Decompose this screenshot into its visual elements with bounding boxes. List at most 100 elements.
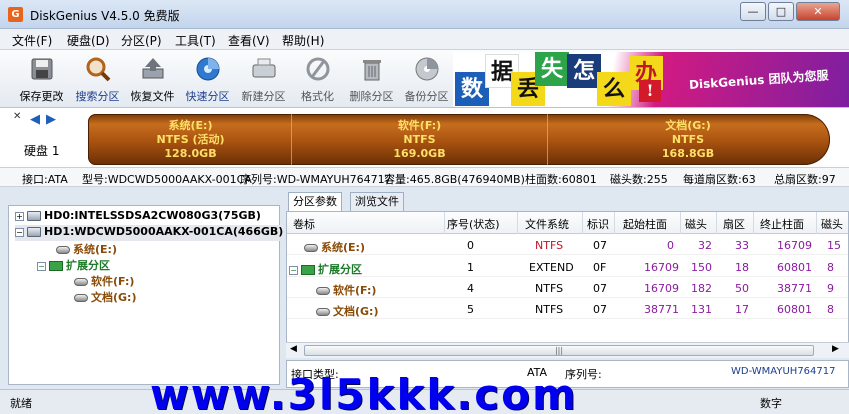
banner-char: ! (639, 80, 661, 102)
info-total-sectors: 总扇区数:97 (774, 173, 836, 186)
menu-tools[interactable]: 工具(T) (175, 32, 216, 49)
row-volume-label: 软件(F:) (333, 284, 377, 297)
tree-item-hd0[interactable]: + HD0:INTELSSDSA2CW080G3(75GB) (15, 209, 261, 225)
cell-end-head: 8 (827, 303, 834, 316)
column-header[interactable]: 磁头 (821, 216, 843, 232)
table-row[interactable]: 文档(G:) 5 NTFS 07 38771 131 17 60801 8 (287, 299, 848, 319)
partition-block-f[interactable]: 软件(F:) NTFS 169.0GB (292, 114, 547, 165)
column-header[interactable]: 起始柱面 (623, 216, 667, 232)
cell-start-cyl: 0 (667, 239, 674, 252)
panel-close-icon[interactable]: ✕ (13, 111, 21, 122)
row-volume: 软件(F:) (313, 282, 376, 298)
app-logo-icon: G (8, 7, 23, 22)
column-header[interactable]: 文件系统 (525, 216, 569, 232)
format-button[interactable]: 格式化 (290, 53, 345, 105)
column-header[interactable]: 卷标 (293, 216, 315, 232)
menu-help[interactable]: 帮助(H) (282, 32, 324, 49)
title-bar: G DiskGenius V4.5.0 免费版 — □ ✕ (0, 0, 849, 29)
tree-item-extended[interactable]: − 扩展分区 (37, 257, 110, 273)
collapse-icon[interactable]: − (289, 265, 298, 275)
table-header: 卷标 序号(状态) 文件系统 标识 起始柱面 磁头 扇区 终止柱面 磁头 (287, 212, 848, 234)
row-volume-label: 系统(E:) (321, 241, 365, 254)
save-changes-button[interactable]: 保存更改 (14, 53, 69, 105)
tab-browse-files[interactable]: 浏览文件 (350, 192, 404, 211)
tree-item-documents[interactable]: 文档(G:) (71, 289, 136, 305)
cell-head: 32 (698, 239, 712, 252)
row-volume: 文档(G:) (313, 303, 378, 319)
column-separator (680, 212, 681, 234)
tree-item-hd1[interactable]: − HD1:WDCWD5000AAKX-001CA(466GB) (15, 225, 284, 241)
tree-item-software[interactable]: 软件(F:) (71, 273, 134, 289)
scroll-left-icon[interactable]: ◀ (290, 344, 297, 354)
column-header[interactable]: 序号(状态) (447, 216, 500, 232)
banner-char: 数 (455, 72, 489, 106)
scroll-thumb[interactable]: ||| (304, 345, 814, 356)
scroll-right-icon[interactable]: ▶ (832, 344, 839, 354)
prev-disk-icon[interactable]: ◀ (30, 112, 40, 127)
partition-block-g[interactable]: 文档(G:) NTFS 168.8GB (548, 114, 828, 165)
next-disk-icon[interactable]: ▶ (46, 112, 56, 127)
save-icon (31, 58, 52, 80)
menu-disk[interactable]: 硬盘(D) (67, 32, 110, 49)
tree-item-system[interactable]: 系统(E:) (53, 241, 117, 257)
backup-partition-icon (415, 57, 438, 81)
delete-partition-button[interactable]: 删除分区 (344, 53, 399, 105)
column-separator (582, 212, 583, 234)
toolbar-label: 新建分区 (241, 90, 286, 103)
search-partition-button[interactable]: 搜索分区 (70, 53, 125, 105)
cell-index: 5 (467, 303, 474, 316)
close-button[interactable]: ✕ (796, 2, 840, 21)
cell-sector: 18 (735, 261, 749, 274)
volume-icon (304, 244, 318, 252)
cell-fs: NTFS (535, 303, 564, 316)
partition-size: 169.0GB (393, 147, 446, 160)
quick-partition-icon (196, 57, 219, 81)
hard-disk-icon (27, 211, 41, 221)
column-header[interactable]: 标识 (587, 216, 609, 232)
new-partition-button[interactable]: 新建分区 (236, 53, 291, 105)
volume-icon (74, 278, 88, 286)
row-volume-label: 文档(G:) (333, 305, 379, 318)
backup-partition-button[interactable]: 备份分区 (399, 53, 454, 105)
search-partition-icon (86, 57, 110, 82)
hard-disk-icon (27, 227, 41, 237)
cell-start-cyl: 16709 (644, 282, 679, 295)
banner-char: 失 (535, 52, 569, 86)
banner-brand-text: DiskGenius 团队为您服 (688, 68, 829, 92)
partition-block-e[interactable]: 系统(E:) NTFS (活动) 128.0GB (90, 114, 291, 165)
cell-id: 07 (593, 282, 607, 295)
column-header[interactable]: 磁头 (685, 216, 707, 232)
table-row[interactable]: 系统(E:) 0 NTFS 07 0 32 33 16709 15 (287, 235, 848, 255)
row-volume: − 扩展分区 (289, 261, 362, 277)
volume-icon (316, 287, 330, 295)
cell-fs: EXTEND (529, 261, 574, 274)
partition-size: 128.0GB (164, 147, 217, 160)
quick-partition-button[interactable]: 快速分区 (180, 53, 235, 105)
toolbar-label: 删除分区 (349, 90, 394, 103)
recover-file-button[interactable]: 恢复文件 (125, 53, 180, 105)
menu-view[interactable]: 查看(V) (228, 32, 270, 49)
expand-icon[interactable]: + (15, 211, 24, 221)
cell-end-cyl: 16709 (777, 239, 812, 252)
cell-fs: NTFS (535, 282, 564, 295)
maximize-button[interactable]: □ (768, 2, 794, 21)
menu-partition[interactable]: 分区(P) (121, 32, 162, 49)
table-row[interactable]: − 扩展分区 1 EXTEND 0F 16709 150 18 60801 8 (287, 257, 848, 277)
cell-sector: 33 (735, 239, 749, 252)
promo-banner[interactable]: 数 据 丢 失 怎 么 办 ! DiskGenius 团队为您服 (453, 52, 849, 107)
column-header[interactable]: 终止柱面 (760, 216, 804, 232)
detail-serial-value: WD-WMAYUH764717 (731, 366, 836, 377)
volume-icon (316, 308, 330, 316)
tree-label: 扩展分区 (66, 259, 110, 272)
minimize-button[interactable]: — (740, 2, 766, 21)
table-row[interactable]: 软件(F:) 4 NTFS 07 16709 182 50 38771 9 (287, 278, 848, 298)
tab-partition-params[interactable]: 分区参数 (288, 192, 342, 212)
horizontal-scrollbar[interactable]: ◀ ||| ▶ (286, 342, 849, 358)
collapse-icon[interactable]: − (15, 227, 24, 237)
column-header[interactable]: 扇区 (723, 216, 745, 232)
menu-bar: 文件(F) 硬盘(D) 分区(P) 工具(T) 查看(V) 帮助(H) (0, 29, 849, 50)
cell-index: 1 (467, 261, 474, 274)
disk-tree: + HD0:INTELSSDSA2CW080G3(75GB) − HD1:WDCWD… (8, 205, 284, 385)
menu-file[interactable]: 文件(F) (12, 32, 52, 49)
collapse-icon[interactable]: − (37, 261, 46, 271)
